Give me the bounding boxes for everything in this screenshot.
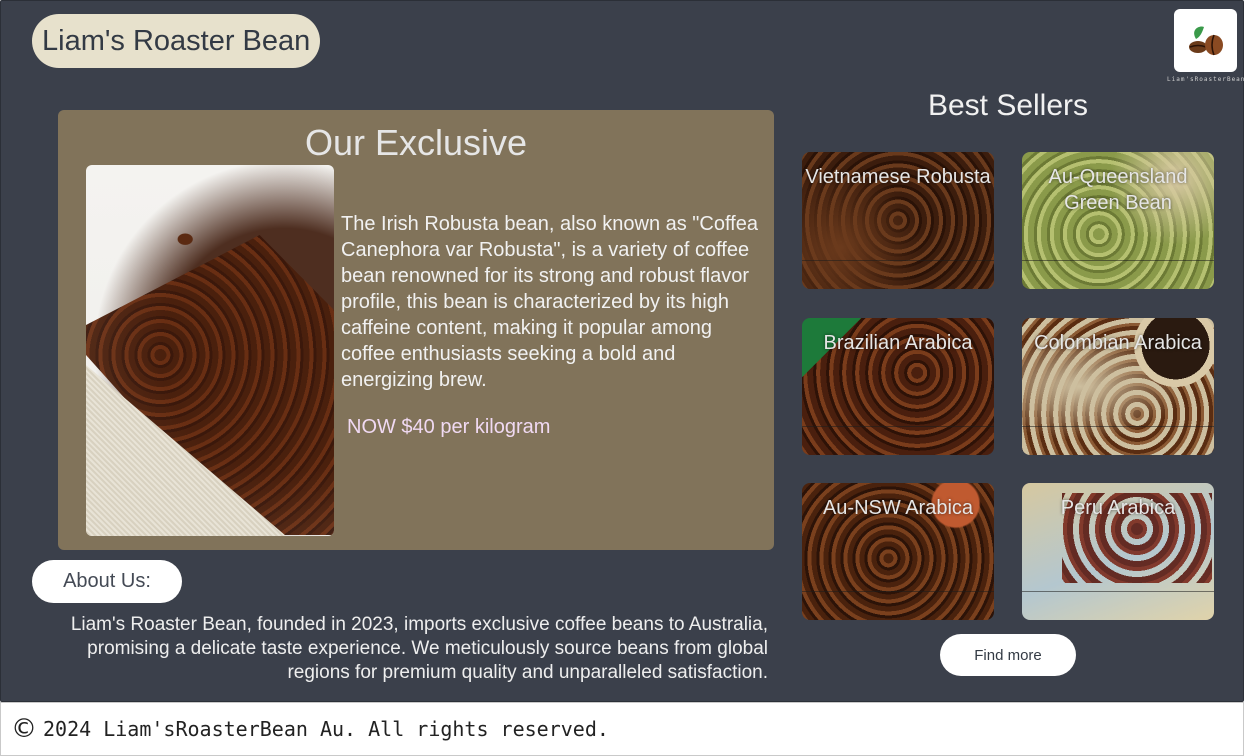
best-seller-label: Vietnamese Robusta — [805, 166, 991, 188]
about-us-text: Liam's Roaster Bean, founded in 2023, im… — [70, 614, 768, 683]
about-us-button[interactable]: About Us: — [32, 560, 182, 603]
best-sellers-title: Best Sellers — [927, 89, 1089, 122]
card-divider — [1022, 260, 1214, 261]
footer-text: 2024 Liam'sRoasterBean Au. All rights re… — [43, 717, 609, 741]
card-divider — [802, 260, 994, 261]
copyright-icon: © — [11, 714, 37, 744]
card-divider — [802, 591, 994, 592]
coffee-beans-leaf-icon — [1188, 26, 1223, 55]
best-seller-card[interactable]: Au-Queensland Green Bean — [1022, 152, 1214, 289]
card-divider — [1022, 591, 1214, 592]
best-seller-label: Brazilian Arabica — [823, 332, 973, 354]
card-divider — [1022, 426, 1214, 427]
footer: © 2024 Liam'sRoasterBean Au. All rights … — [0, 702, 1244, 756]
exclusive-description: The Irish Robusta bean, also known as "C… — [341, 213, 758, 391]
best-seller-card[interactable]: Colombian Arabica — [1022, 318, 1214, 455]
best-seller-card[interactable]: Brazilian Arabica — [802, 318, 994, 455]
best-seller-card[interactable]: Peru Arabica — [1022, 483, 1214, 620]
card-divider — [802, 426, 994, 427]
main-page: Liam's Roaster Bean Liam'sRoasterBean Ou… — [0, 0, 1244, 702]
exclusive-panel: Our Exclusive The Irish Robusta bean, al… — [58, 110, 774, 550]
best-seller-label: Colombian Arabica — [1034, 332, 1202, 354]
logo[interactable] — [1174, 9, 1237, 72]
best-seller-label: Peru Arabica — [1060, 497, 1176, 519]
exclusive-coffee-image — [86, 165, 334, 536]
best-seller-label: Au-Queensland Green Bean — [1048, 166, 1188, 214]
exclusive-title: Our Exclusive — [304, 122, 528, 163]
best-seller-card[interactable]: Au-NSW Arabica — [802, 483, 994, 620]
best-seller-label: Au-NSW Arabica — [822, 497, 974, 519]
logo-caption: Liam'sRoasterBean — [1167, 76, 1244, 83]
best-seller-card[interactable]: Vietnamese Robusta — [802, 152, 994, 289]
exclusive-price: NOW $40 per kilogram — [347, 416, 551, 438]
brand-title[interactable]: Liam's Roaster Bean — [32, 14, 321, 68]
find-more-button[interactable]: Find more — [940, 634, 1076, 676]
